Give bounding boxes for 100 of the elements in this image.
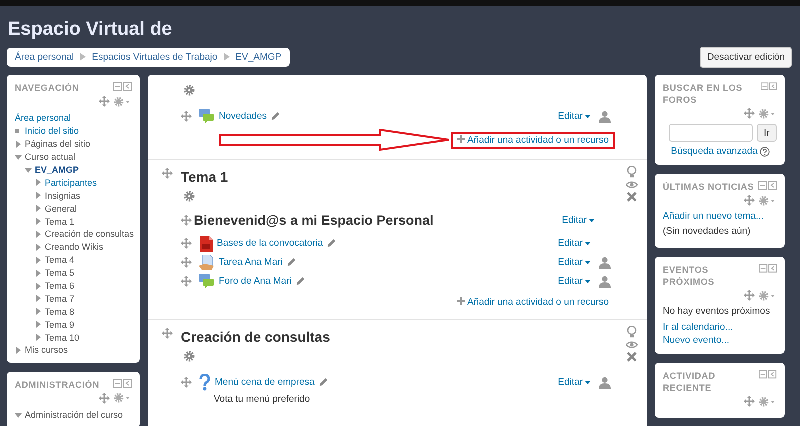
collapsed-arrow-icon[interactable] [35, 192, 42, 200]
nav-link[interactable]: Inicio del sitio [25, 126, 80, 136]
eye-icon[interactable] [626, 341, 638, 349]
block-link[interactable]: Ir al calendario... [663, 322, 734, 333]
nav-item[interactable]: Administración del curso [25, 410, 124, 420]
breadcrumb-link[interactable]: Área personal [15, 52, 74, 62]
move-icon[interactable] [162, 168, 173, 179]
dock-icon[interactable] [759, 370, 778, 379]
breadcrumb-link[interactable]: Espacios Virtuales de Trabajo [92, 52, 218, 62]
edit-menu[interactable]: Editar [558, 257, 591, 268]
nav-item[interactable]: Creación de consultas [45, 229, 134, 240]
collapsed-arrow-icon[interactable] [35, 179, 42, 186]
expanded-arrow-icon[interactable] [15, 412, 22, 419]
settings-menu-icon[interactable] [114, 393, 131, 404]
block-link[interactable]: Nuevo evento... [663, 335, 730, 346]
user-icon[interactable] [599, 276, 611, 288]
pencil-icon[interactable] [286, 258, 296, 267]
move-icon[interactable] [744, 108, 755, 119]
delete-icon[interactable] [627, 192, 637, 202]
collapsed-arrow-icon[interactable] [35, 295, 42, 302]
pencil-icon[interactable] [271, 112, 280, 121]
delete-icon[interactable] [627, 352, 637, 362]
dock-icon[interactable] [758, 181, 778, 190]
move-icon[interactable] [744, 396, 755, 407]
nav-item[interactable]: Tema 8 [45, 306, 75, 317]
collapsed-arrow-icon[interactable] [35, 282, 42, 290]
move-icon[interactable] [162, 328, 173, 339]
nav-item[interactable]: Curso actual [25, 152, 76, 162]
nav-item[interactable]: Insignias [45, 190, 81, 201]
edit-menu[interactable]: Editar [558, 111, 591, 122]
collapsed-arrow-icon[interactable] [15, 140, 22, 148]
pencil-icon[interactable] [327, 239, 336, 248]
move-icon[interactable] [99, 392, 110, 404]
move-icon[interactable] [744, 195, 755, 206]
activity-link[interactable]: Novedades [219, 111, 268, 122]
dock-icon[interactable] [761, 82, 778, 91]
nav-link[interactable]: EV_AMGP [35, 165, 80, 175]
collapsed-arrow-icon[interactable] [35, 244, 42, 251]
nav-item[interactable]: Tema 7 [45, 294, 75, 304]
nav-link[interactable]: Área personal [15, 113, 72, 124]
user-icon[interactable] [599, 256, 611, 268]
collapsed-arrow-icon[interactable] [35, 321, 42, 328]
add-activity-link[interactable]: Añadir una actividad o un recurso [451, 294, 615, 311]
breadcrumb-link[interactable]: EV_AMGP [236, 52, 282, 62]
lightbulb-icon[interactable] [627, 326, 637, 338]
move-icon[interactable] [181, 215, 192, 226]
settings-menu-icon[interactable] [114, 96, 131, 106]
settings-menu-icon[interactable] [759, 196, 776, 206]
nav-link[interactable]: Participantes [45, 178, 98, 188]
collapsed-arrow-icon[interactable] [35, 230, 42, 238]
collapsed-arrow-icon[interactable] [35, 205, 42, 212]
nav-item[interactable]: Creando Wikis [45, 242, 104, 252]
collapsed-arrow-icon[interactable] [35, 308, 42, 316]
collapsed-arrow-icon[interactable] [35, 218, 42, 226]
nav-item[interactable]: Tema 5 [45, 268, 75, 278]
add-activity-link[interactable]: Añadir una actividad o un recurso [451, 132, 615, 148]
move-icon[interactable] [181, 276, 192, 287]
collapsed-arrow-icon[interactable] [35, 256, 42, 264]
search-go-button[interactable]: Ir [757, 124, 777, 142]
pencil-icon[interactable] [296, 277, 305, 286]
search-field[interactable] [669, 124, 753, 142]
edit-menu[interactable]: Editar [558, 276, 591, 287]
edit-menu[interactable]: Editar [558, 377, 591, 388]
collapsed-arrow-icon[interactable] [15, 346, 22, 354]
nav-item[interactable]: Tema 6 [45, 281, 75, 292]
move-icon[interactable] [181, 377, 192, 388]
move-icon[interactable] [99, 96, 110, 107]
move-icon[interactable] [181, 238, 192, 249]
dock-icon[interactable] [758, 264, 778, 273]
collapsed-arrow-icon[interactable] [35, 334, 42, 342]
eye-icon[interactable] [626, 181, 638, 189]
dock-icon[interactable] [113, 378, 133, 388]
nav-item[interactable]: Tema 10 [45, 332, 80, 343]
activity-link[interactable]: Bases de la convocatoria [217, 238, 324, 249]
expanded-arrow-icon[interactable] [15, 154, 22, 161]
activity-link[interactable]: Foro de Ana Mari [219, 276, 292, 287]
settings-icon[interactable] [184, 191, 195, 202]
expanded-arrow-icon[interactable] [25, 166, 32, 174]
edit-menu[interactable]: Editar [558, 238, 591, 249]
settings-menu-icon[interactable] [759, 396, 776, 406]
settings-menu-icon[interactable] [759, 108, 776, 118]
move-icon[interactable] [181, 257, 192, 268]
move-icon[interactable] [744, 290, 755, 301]
settings-menu-icon[interactable] [759, 290, 776, 300]
help-icon[interactable] [760, 146, 770, 156]
settings-icon[interactable] [184, 85, 195, 96]
turn-editing-off-button[interactable]: Desactivar edición [700, 46, 792, 68]
nav-item[interactable]: General [45, 204, 78, 214]
collapsed-arrow-icon[interactable] [35, 270, 42, 277]
nav-item[interactable]: Tema 9 [45, 320, 75, 330]
move-icon[interactable] [181, 111, 192, 122]
block-link[interactable]: Añadir un nuevo tema... [663, 211, 764, 222]
settings-icon[interactable] [184, 351, 195, 362]
user-icon[interactable] [599, 376, 611, 388]
activity-link[interactable]: Tarea Ana Mari [219, 257, 283, 268]
pencil-icon[interactable] [318, 378, 328, 387]
nav-item[interactable]: Páginas del sitio [25, 139, 91, 150]
lightbulb-icon[interactable] [627, 166, 637, 178]
nav-item[interactable]: Tema 1 [45, 216, 75, 227]
dock-icon[interactable] [113, 82, 133, 91]
